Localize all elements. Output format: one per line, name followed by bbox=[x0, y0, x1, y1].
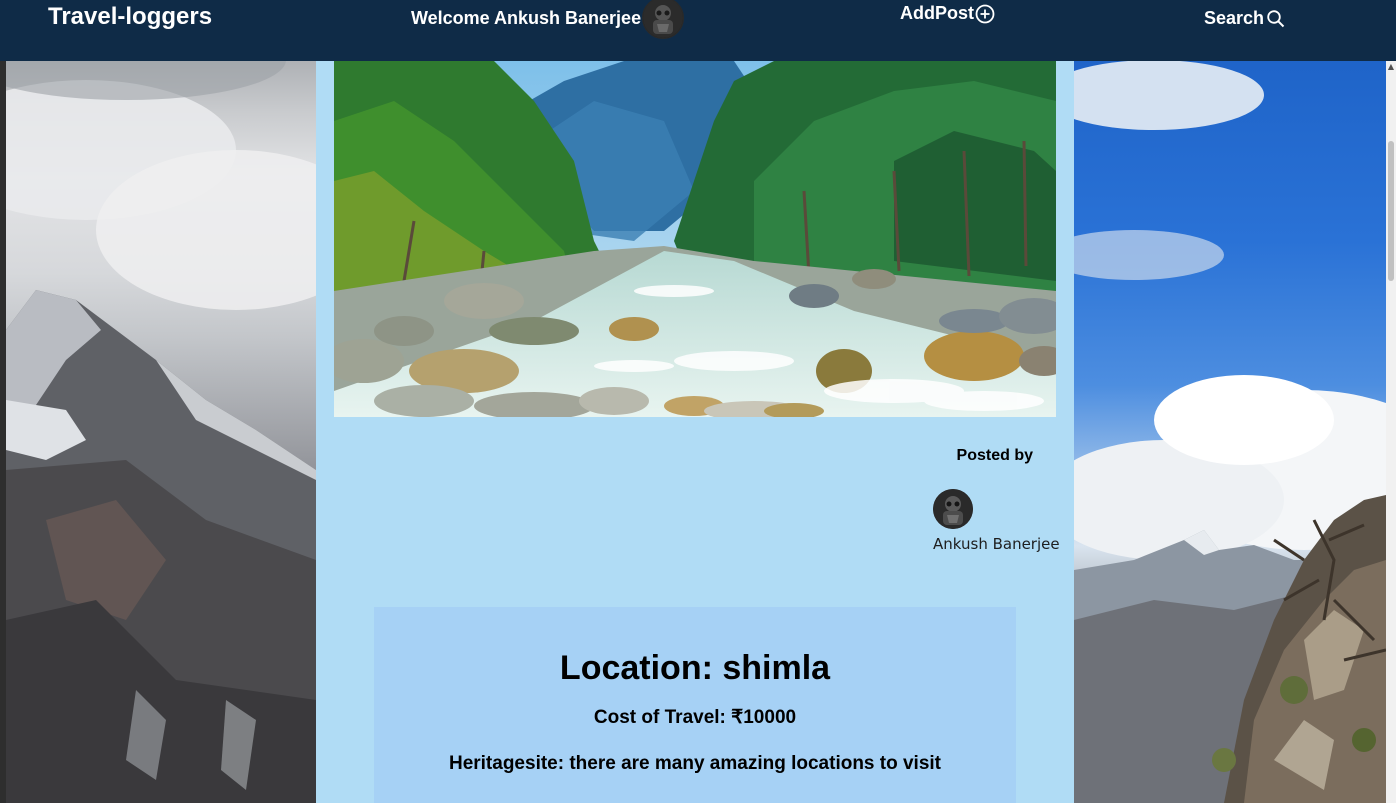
posted-by-heading: Posted by bbox=[956, 447, 1033, 464]
page: ▲ Travel-loggers Welcome Ankush Banerjee… bbox=[0, 0, 1396, 803]
author-name[interactable]: Ankush Banerjee bbox=[933, 535, 1060, 553]
scroll-up-arrow-icon[interactable]: ▲ bbox=[1387, 63, 1395, 71]
scrollbar-thumb[interactable] bbox=[1388, 141, 1394, 281]
top-navbar: Travel-loggers Welcome Ankush Banerjee A… bbox=[0, 0, 1396, 61]
brand-link[interactable]: Travel-loggers bbox=[48, 3, 212, 31]
travel-cost: Cost of Travel: ₹10000 bbox=[593, 707, 797, 728]
page-scrollbar[interactable]: ▲ bbox=[1386, 61, 1396, 803]
add-post-label: AddPost bbox=[900, 3, 974, 23]
location-title: Location: shimla bbox=[559, 649, 831, 687]
post-photo bbox=[334, 61, 1056, 417]
avatar-image-icon bbox=[643, 0, 684, 38]
post-info-card: Location: shimla Cost of Travel: ₹10000 … bbox=[374, 607, 1016, 803]
search-icon bbox=[1267, 9, 1285, 27]
search-label: Search bbox=[1204, 8, 1265, 28]
plus-circle-icon bbox=[975, 4, 995, 23]
add-post-button[interactable]: AddPost bbox=[900, 3, 995, 24]
background-mountain-left bbox=[6, 0, 316, 803]
search-button[interactable]: Search bbox=[1204, 8, 1286, 29]
background-mountain-right bbox=[1074, 0, 1386, 803]
author-avatar[interactable] bbox=[933, 489, 973, 529]
heritage-site: Heritagesite: there are many amazing loc… bbox=[448, 753, 942, 774]
user-avatar[interactable] bbox=[642, 0, 685, 39]
avatar-image-icon bbox=[933, 489, 973, 529]
welcome-message: Welcome Ankush Banerjee bbox=[411, 0, 685, 39]
post-detail: Posted by Ankush Banerjee Location: shim… bbox=[316, 61, 1074, 803]
welcome-text: Welcome Ankush Banerjee bbox=[411, 7, 642, 28]
